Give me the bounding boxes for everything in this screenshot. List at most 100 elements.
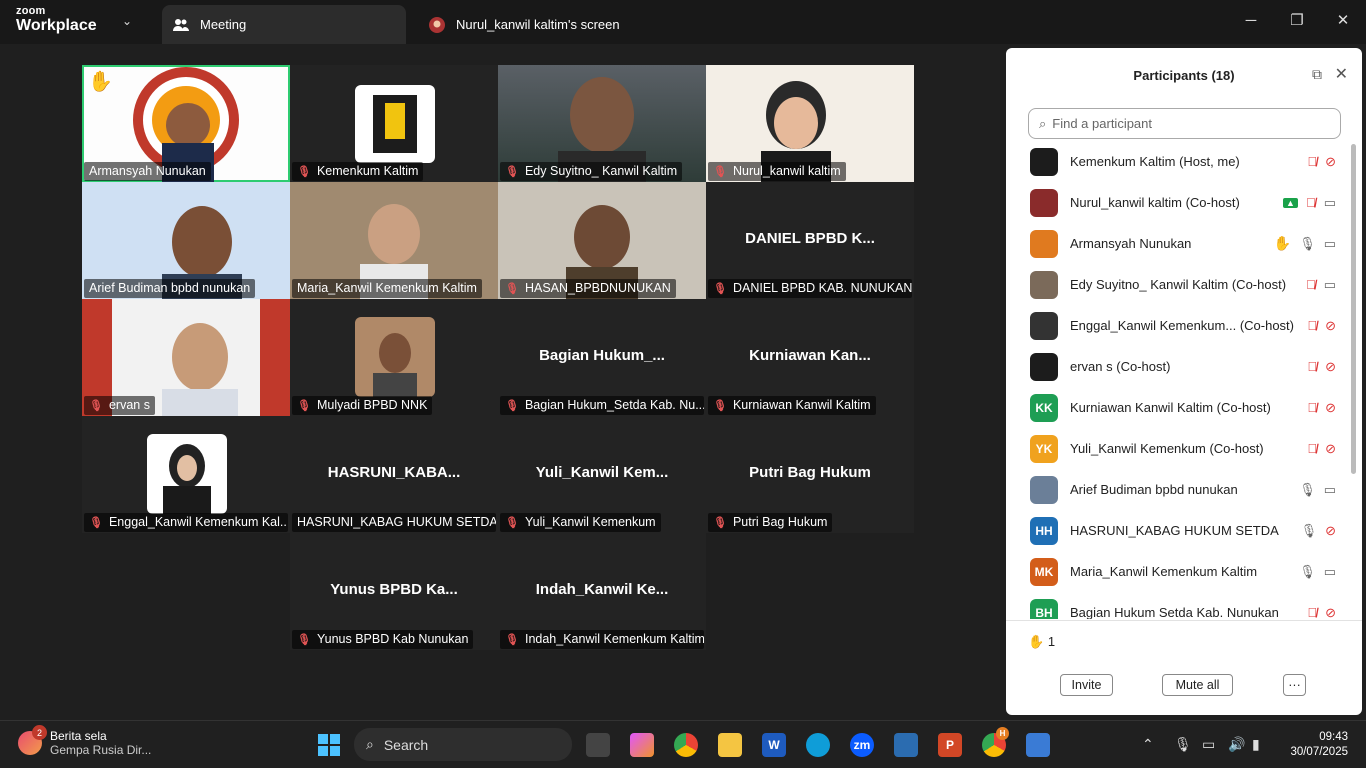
mic-muted-icon[interactable]: 🎙̸ [1307, 400, 1317, 415]
participant-row[interactable]: BH Bagian Hukum Setda Kab. Nunukan 🎙̸ ⊘ [1006, 592, 1346, 619]
participant-status-icons: 🎙̸ ⊘ [1307, 318, 1336, 334]
notepad-icon[interactable] [894, 733, 918, 757]
minimize-icon[interactable]: ─ [1228, 0, 1274, 40]
invite-button[interactable]: Invite [1060, 674, 1113, 696]
microphone-icon[interactable]: 🎙 [1174, 736, 1192, 753]
tile-name: 🎙 Yunus BPBD Kab Nunukan [292, 630, 474, 649]
windows-start-icon[interactable] [318, 734, 340, 756]
news-widget[interactable]: 2 Berita sela Gempa Rusia Dir... [18, 725, 152, 757]
participant-row[interactable]: KK Kurniawan Kanwil Kaltim (Co-host) 🎙̸ ⊘ [1006, 387, 1346, 428]
mic-muted-icon[interactable]: 🎙̸ [1307, 318, 1317, 333]
raised-hands-count[interactable]: ✋ 1 [1028, 634, 1055, 650]
mic-muted-icon[interactable]: 🎙̸ [1306, 277, 1316, 292]
battery-icon[interactable]: ▮ [1252, 736, 1260, 753]
taskbar-search[interactable]: ⌕ Search [354, 728, 572, 761]
participant-row[interactable]: YK Yuli_Kanwil Kemenkum (Co-host) 🎙̸ ⊘ [1006, 428, 1346, 469]
mic-muted-icon[interactable]: 🎙̸ [1307, 441, 1317, 456]
video-icon[interactable]: ▭ [1324, 277, 1336, 293]
video-tile[interactable]: DANIEL BPBD K... 🎙 DANIEL BPBD KAB. NUNUK… [706, 182, 914, 299]
video-off-icon[interactable]: ⊘ [1325, 523, 1336, 539]
video-tile[interactable]: 🎙 Enggal_Kanwil Kemenkum Kal... [82, 416, 290, 533]
participant-row[interactable]: Enggal_Kanwil Kemenkum... (Co-host) 🎙̸ ⊘ [1006, 305, 1346, 346]
video-tile[interactable]: Arief Budiman bpbd nunukan [82, 182, 290, 299]
tab-shared-screen[interactable]: Nurul_kanwil kaltim's screen [418, 5, 678, 44]
video-tile[interactable]: Bagian Hukum_... 🎙 Bagian Hukum_Setda Kab… [498, 299, 706, 416]
video-off-icon[interactable]: ⊘ [1325, 441, 1336, 457]
participant-status-icons: 🎙̸ ⊘ [1307, 359, 1336, 375]
zoom-workplace-logo[interactable]: zoom Workplace [16, 6, 97, 34]
participant-row[interactable]: Armansyah Nunukan ✋ 🎙 ▭ [1006, 223, 1346, 264]
news-subtitle: Gempa Rusia Dir... [50, 743, 152, 757]
chevron-down-icon[interactable]: ⌄ [122, 14, 132, 28]
network-icon[interactable]: ▭ [1202, 736, 1215, 753]
video-tile[interactable]: 🎙 ervan s [82, 299, 290, 416]
video-tile[interactable]: Kurniawan Kan... 🎙 Kurniawan Kanwil Kalti… [706, 299, 914, 416]
mic-muted-icon[interactable]: 🎙̸ [1307, 359, 1317, 374]
restore-icon[interactable]: ❐ [1274, 0, 1320, 40]
raised-hand-icon[interactable]: ✋ [1274, 235, 1291, 252]
video-tile[interactable]: 🎙 Nurul_kanwil kaltim [706, 65, 914, 182]
participant-row[interactable]: Nurul_kanwil kaltim (Co-host) ▲ 🎙̸ ▭ [1006, 182, 1346, 223]
participant-row[interactable]: MK Maria_Kanwil Kemenkum Kaltim 🎙 ▭ [1006, 551, 1346, 592]
video-icon[interactable]: ▭ [1324, 195, 1336, 211]
powerpoint-icon[interactable]: P [938, 733, 962, 757]
video-tile[interactable]: 🎙 HASAN_BPBDNUNUKAN [498, 182, 706, 299]
mute-all-button[interactable]: Mute all [1162, 674, 1233, 696]
video-off-icon[interactable]: ⊘ [1325, 400, 1336, 416]
video-off-icon[interactable]: ⊘ [1325, 154, 1336, 170]
mic-muted-icon: 🎙 [297, 399, 311, 412]
video-tile[interactable]: HASRUNI_KABA... HASRUNI_KABAG HUKUM SETD… [290, 416, 498, 533]
copilot-icon[interactable] [630, 733, 654, 757]
video-tile[interactable]: Maria_Kanwil Kemenkum Kaltim [290, 182, 498, 299]
chevron-up-icon[interactable]: ⌃ [1142, 736, 1154, 753]
video-icon[interactable]: ▭ [1324, 564, 1336, 580]
video-tile[interactable]: ✋ Armansyah Nunukan [82, 65, 290, 182]
mic-icon[interactable]: 🎙 [1299, 564, 1316, 580]
mic-icon[interactable]: 🎙 [1301, 523, 1318, 539]
volume-icon[interactable]: 🔊 [1228, 736, 1245, 753]
mic-muted-icon[interactable]: 🎙̸ [1307, 605, 1317, 619]
share-screen-icon[interactable]: ▲ [1283, 197, 1298, 208]
edge-icon[interactable] [806, 733, 830, 757]
participant-row[interactable]: Kemenkum Kaltim (Host, me) 🎙̸ ⊘ [1006, 141, 1346, 182]
video-off-icon[interactable]: ⊘ [1325, 605, 1336, 620]
video-tile[interactable]: Yuli_Kanwil Kem... 🎙 Yuli_Kanwil Kemenkum [498, 416, 706, 533]
tile-name: 🎙 Edy Suyitno_ Kanwil Kaltim [500, 162, 683, 181]
close-icon[interactable]: ✕ [1335, 64, 1348, 84]
mic-muted-icon[interactable]: 🎙̸ [1306, 195, 1316, 210]
video-tile[interactable]: Yunus BPBD Ka... 🎙 Yunus BPBD Kab Nunukan [290, 533, 498, 650]
scrollbar[interactable] [1351, 144, 1356, 474]
participant-row[interactable]: HH HASRUNI_KABAG HUKUM SETDA 🎙 ⊘ [1006, 510, 1346, 551]
mic-muted-icon[interactable]: 🎙̸ [1307, 154, 1317, 169]
system-clock[interactable]: 09:43 30/07/2025 [1290, 730, 1348, 760]
chrome-icon[interactable] [674, 733, 698, 757]
participant-row[interactable]: Edy Suyitno_ Kanwil Kaltim (Co-host) 🎙̸ ▭ [1006, 264, 1346, 305]
video-icon[interactable]: ▭ [1324, 482, 1336, 498]
video-tile[interactable]: 🎙 Mulyadi BPBD NNK [290, 299, 498, 416]
video-off-icon[interactable]: ⊘ [1325, 318, 1336, 334]
chrome-profile-icon[interactable]: H [982, 727, 1009, 757]
video-icon[interactable]: ▭ [1324, 236, 1336, 252]
mic-icon[interactable]: 🎙 [1299, 236, 1316, 252]
video-tile[interactable]: Putri Bag Hukum 🎙 Putri Bag Hukum [706, 416, 914, 533]
close-window-icon[interactable]: ✕ [1320, 0, 1366, 40]
task-view-icon[interactable] [586, 733, 610, 757]
participant-name: Edy Suyitno_ Kanwil Kaltim (Co-host) [1070, 277, 1287, 292]
more-options-button[interactable]: ··· [1283, 674, 1306, 696]
pop-out-icon[interactable]: ⧉ [1312, 66, 1322, 83]
video-tile[interactable]: Indah_Kanwil Ke... 🎙 Indah_Kanwil Kemenku… [498, 533, 706, 650]
file-explorer-icon[interactable] [718, 733, 742, 757]
participant-search-input[interactable]: ⌕ Find a participant [1028, 108, 1341, 139]
search-icon: ⌕ [1039, 115, 1047, 131]
video-tile[interactable]: 🎙 Kemenkum Kaltim [290, 65, 498, 182]
tab-meeting[interactable]: Meeting [162, 5, 406, 44]
participant-row[interactable]: ervan s (Co-host) 🎙̸ ⊘ [1006, 346, 1346, 387]
video-off-icon[interactable]: ⊘ [1325, 359, 1336, 375]
participant-row[interactable]: Arief Budiman bpbd nunukan 🎙 ▭ [1006, 469, 1346, 510]
video-tile[interactable]: 🎙 Edy Suyitno_ Kanwil Kaltim [498, 65, 706, 182]
mic-icon[interactable]: 🎙 [1299, 482, 1316, 498]
zoom-taskbar-icon[interactable]: zm [850, 733, 874, 757]
app-icon[interactable] [1026, 733, 1050, 757]
participant-list: Kemenkum Kaltim (Host, me) 🎙̸ ⊘ Nurul_kanwi… [1006, 141, 1346, 619]
word-icon[interactable]: W [762, 733, 786, 757]
